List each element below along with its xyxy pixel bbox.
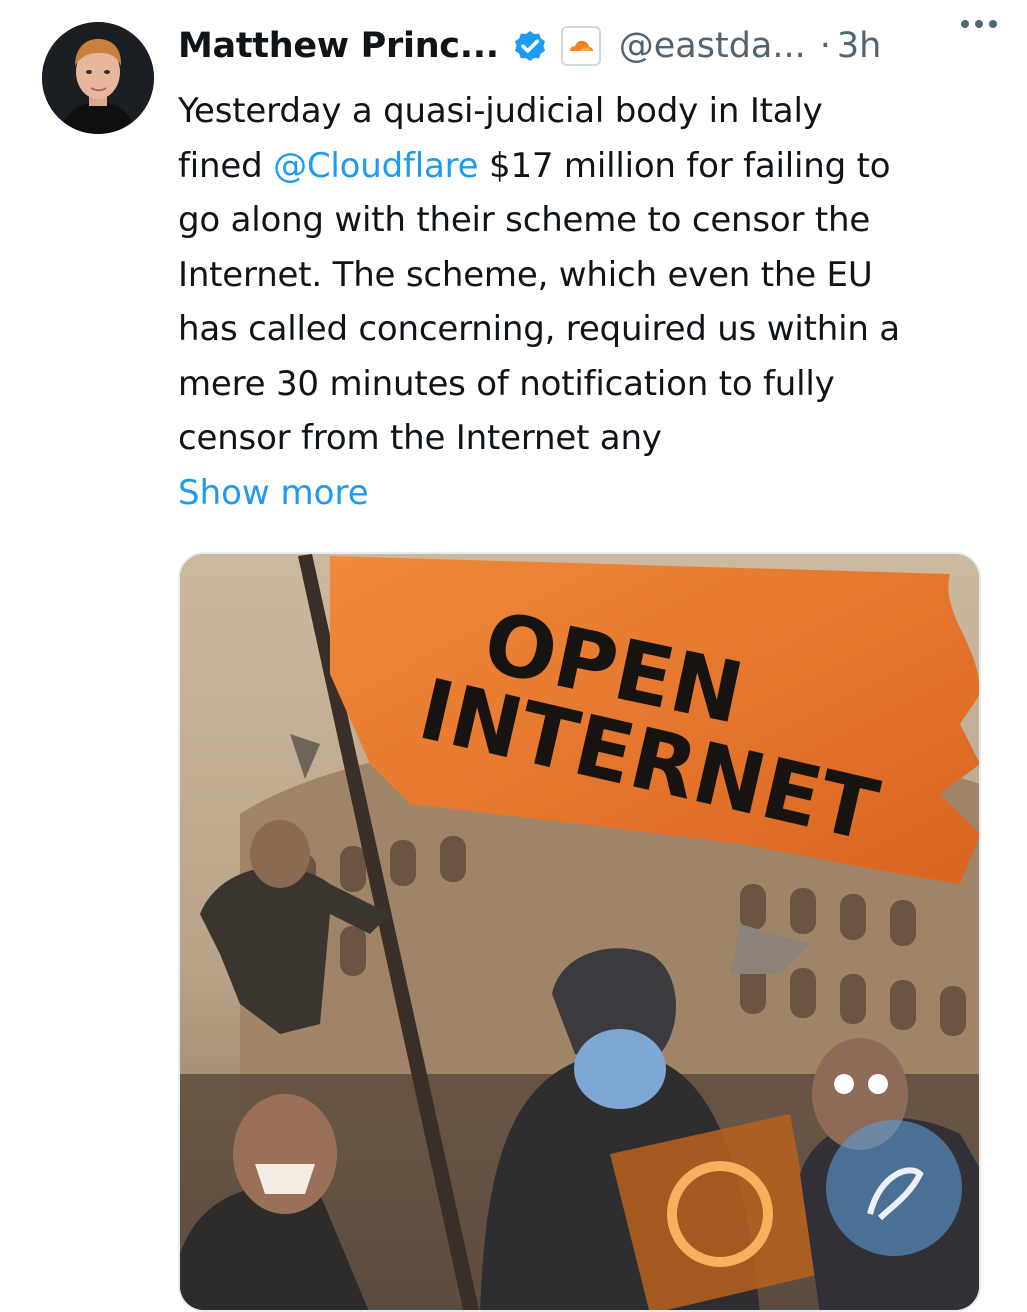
- tweet-header: Matthew Princ... @eastda... · 3h: [178, 22, 998, 70]
- text-fragment: fined: [178, 145, 274, 186]
- timestamp[interactable]: 3h: [837, 26, 881, 66]
- text-line: go along with their scheme to censor the: [178, 200, 871, 240]
- text-line: mere 30 minutes of notification to fully: [178, 363, 835, 404]
- text-line: censor from the Internet any: [178, 418, 662, 458]
- watermark-logo-icon: [826, 1120, 962, 1256]
- tweet-image[interactable]: OPEN INTERNET: [178, 552, 981, 1312]
- text-line: has called concerning, required us withi…: [178, 309, 900, 349]
- text-fragment: $17 million for failing to: [489, 145, 891, 186]
- separator-dot: ·: [819, 26, 831, 66]
- text-line: Internet. The scheme, which even the EU: [178, 254, 873, 295]
- cloudflare-logo-icon[interactable]: [560, 26, 601, 66]
- author-name[interactable]: Matthew Princ...: [178, 26, 499, 66]
- verified-badge-icon[interactable]: [511, 27, 549, 65]
- text-line: fined @Cloudflare $17 million for failin…: [178, 139, 978, 194]
- tweet[interactable]: Matthew Princ... @eastda... · 3h Yesterd…: [0, 0, 1027, 1312]
- more-horizontal-icon[interactable]: [955, 8, 1003, 40]
- text-line: Yesterday a quasi-judicial body in Italy: [178, 91, 823, 131]
- avatar[interactable]: [42, 22, 154, 134]
- mention-link[interactable]: @Cloudflare: [273, 146, 479, 186]
- tweet-text: Yesterday a quasi-judicial body in Italy…: [178, 84, 978, 466]
- author-handle[interactable]: @eastda...: [619, 26, 806, 66]
- show-more-link[interactable]: Show more: [178, 466, 369, 520]
